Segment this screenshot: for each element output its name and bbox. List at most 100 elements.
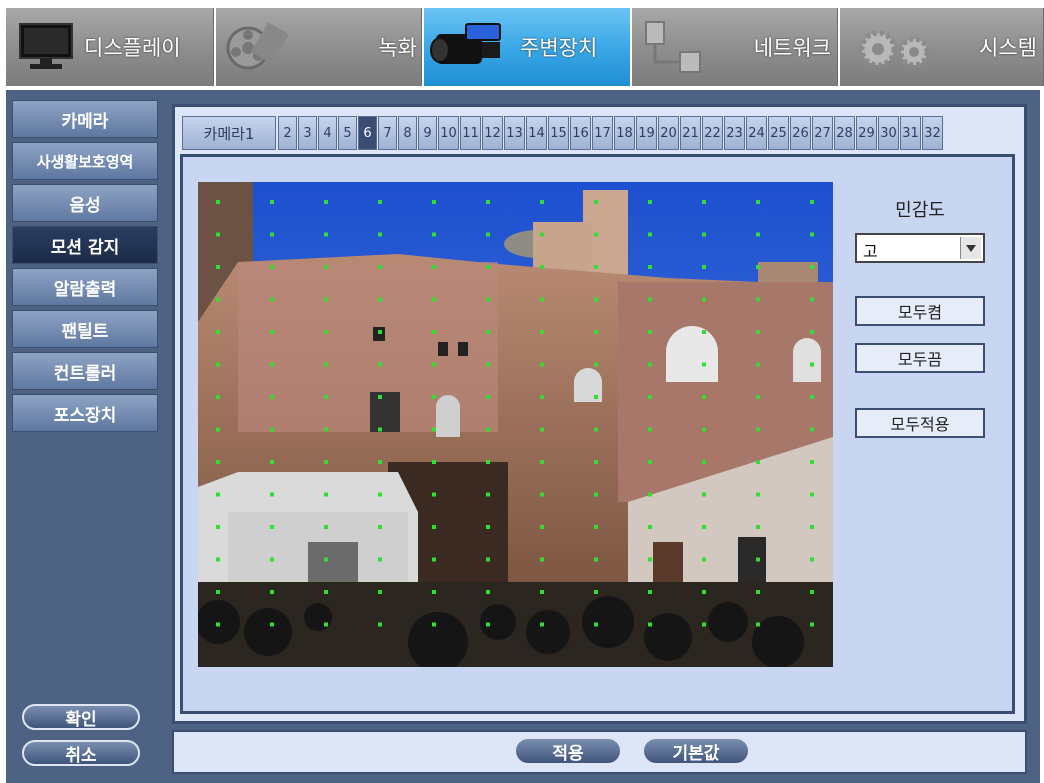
tab-channel-20[interactable]: 20	[658, 116, 679, 150]
grid-dot	[432, 557, 436, 562]
tab-channel-16[interactable]: 16	[570, 116, 591, 150]
tab-channel-3[interactable]: 3	[298, 116, 317, 150]
grid-dot	[216, 460, 220, 464]
tab-channel-31[interactable]: 31	[900, 116, 921, 150]
cancel-button[interactable]: 취소	[22, 740, 140, 766]
grid-dot	[270, 200, 274, 204]
grid-dot	[810, 200, 814, 204]
default-button[interactable]: 기본값	[642, 737, 750, 765]
grid-dot	[540, 297, 544, 302]
chevron-down-icon[interactable]	[960, 237, 981, 259]
grid-dot	[270, 622, 274, 627]
grid-dot	[810, 362, 814, 367]
grid-dot	[216, 557, 220, 562]
tab-channel-29[interactable]: 29	[856, 116, 877, 150]
tab-channel-15[interactable]: 15	[548, 116, 569, 150]
all-off-button[interactable]: 모두끔	[855, 343, 985, 373]
ok-button[interactable]: 확인	[22, 704, 140, 730]
grid-dot	[324, 427, 328, 432]
tab-channel-30[interactable]: 30	[878, 116, 899, 150]
tab-channel-10[interactable]: 10	[438, 116, 459, 150]
grid-dot	[432, 265, 436, 269]
grid-dot	[540, 232, 544, 237]
grid-dot	[810, 590, 814, 594]
tab-channel-11[interactable]: 11	[460, 116, 481, 150]
tab-channel-13[interactable]: 13	[504, 116, 525, 150]
all-on-button[interactable]: 모두켬	[855, 296, 985, 326]
tab-channel-6[interactable]: 6	[358, 116, 377, 150]
grid-dot	[378, 265, 382, 269]
grid-dot	[540, 200, 544, 204]
grid-dot	[702, 557, 706, 562]
grid-dot	[648, 200, 652, 204]
menu-peripherals-label: 주변장치	[520, 36, 598, 60]
menu-record[interactable]: 녹화	[216, 8, 422, 86]
tab-channel-4[interactable]: 4	[318, 116, 337, 150]
tab-channel-5[interactable]: 5	[338, 116, 357, 150]
tab-channel-19[interactable]: 19	[636, 116, 657, 150]
grid-dot	[432, 427, 436, 432]
menu-network[interactable]: 네트워크	[632, 8, 838, 86]
grid-dot	[216, 232, 220, 237]
tab-channel-8[interactable]: 8	[398, 116, 417, 150]
sidebar-item-controller[interactable]: 컨트롤러	[12, 352, 158, 390]
apply-all-button[interactable]: 모두적용	[855, 408, 985, 438]
tab-channel-9[interactable]: 9	[418, 116, 437, 150]
menu-display-label: 디스플레이	[84, 36, 181, 60]
grid-dot	[594, 492, 598, 497]
tab-channel-14[interactable]: 14	[526, 116, 547, 150]
grid-dot	[216, 330, 220, 334]
tab-channel-2[interactable]: 2	[278, 116, 297, 150]
tab-channel-26[interactable]: 26	[790, 116, 811, 150]
tab-channel-22[interactable]: 22	[702, 116, 723, 150]
grid-dot	[810, 395, 814, 399]
grid-dot	[378, 200, 382, 204]
grid-dot	[756, 492, 760, 497]
sidebar-item-pan-tilt[interactable]: 팬틸트	[12, 310, 158, 348]
tab-channel-27[interactable]: 27	[812, 116, 833, 150]
grid-dot	[378, 525, 382, 529]
grid-dot	[432, 362, 436, 367]
sidebar-item-motion-detection[interactable]: 모션 감지	[12, 226, 158, 264]
grid-dot	[378, 557, 382, 562]
grid-dot	[216, 427, 220, 432]
grid-dot	[432, 460, 436, 464]
apply-button[interactable]: 적용	[514, 737, 622, 765]
tab-channel-23[interactable]: 23	[724, 116, 745, 150]
grid-dot	[486, 232, 490, 237]
grid-dot	[810, 265, 814, 269]
sidebar-item-pos-device[interactable]: 포스장치	[12, 394, 158, 432]
monitor-icon	[19, 23, 73, 69]
grid-dot	[378, 395, 382, 399]
sidebar-item-privacy-zone[interactable]: 사생활보호영역	[12, 142, 158, 180]
sidebar-item-audio[interactable]: 음성	[12, 184, 158, 222]
sensitivity-select[interactable]: 고	[855, 233, 985, 263]
menu-peripherals[interactable]: 주변장치	[424, 8, 630, 86]
tab-channel-18[interactable]: 18	[614, 116, 635, 150]
sidebar-item-alarm-output[interactable]: 알람출력	[12, 268, 158, 306]
camera-preview[interactable]	[198, 182, 833, 667]
grid-dot	[594, 590, 598, 594]
grid-dot	[432, 622, 436, 627]
grid-dot	[810, 492, 814, 497]
sidebar-item-label: 카메라	[61, 111, 109, 132]
grid-dot	[486, 200, 490, 204]
grid-dot	[486, 265, 490, 269]
tab-channel-21[interactable]: 21	[680, 116, 701, 150]
grid-dot	[756, 297, 760, 302]
menu-display[interactable]: 디스플레이	[6, 8, 214, 86]
menu-system[interactable]: 시스템	[840, 8, 1044, 86]
tab-channel-24[interactable]: 24	[746, 116, 767, 150]
grid-dot	[810, 297, 814, 302]
tab-channel-12[interactable]: 12	[482, 116, 503, 150]
tab-channel-7[interactable]: 7	[378, 116, 397, 150]
camcorder-icon	[430, 23, 501, 64]
tab-channel-28[interactable]: 28	[834, 116, 855, 150]
grid-dot	[216, 525, 220, 529]
sidebar-item-camera[interactable]: 카메라	[12, 100, 158, 138]
tab-channel-25[interactable]: 25	[768, 116, 789, 150]
tab-channel-17[interactable]: 17	[592, 116, 613, 150]
grid-dot	[270, 232, 274, 237]
tab-channel-32[interactable]: 32	[922, 116, 943, 150]
grid-dot	[270, 395, 274, 399]
